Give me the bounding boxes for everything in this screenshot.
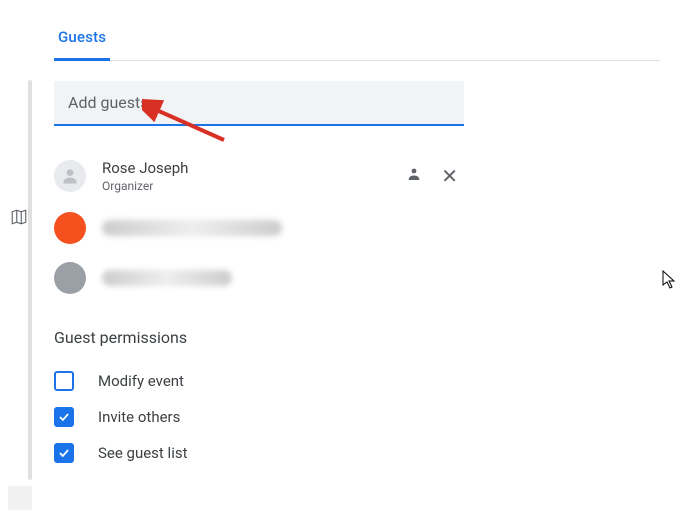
map-icon [10, 208, 28, 226]
guest-actions: ✕ [405, 165, 458, 187]
perm-modify-event: Modify event [54, 363, 660, 399]
person-icon[interactable] [405, 165, 423, 187]
remove-guest-icon[interactable]: ✕ [441, 166, 458, 186]
tab-row: Guests [54, 28, 660, 61]
perm-label: See guest list [98, 444, 188, 462]
guest-permissions: Guest permissions Modify event Invite ot… [54, 328, 660, 471]
perm-invite-others: Invite others [54, 399, 660, 435]
guest-role: Organizer [102, 178, 405, 194]
add-guests-wrap [54, 81, 464, 126]
avatar [54, 160, 86, 192]
guest-info: Rose Joseph Organizer [102, 158, 405, 194]
add-guests-input[interactable] [54, 81, 464, 126]
perm-label: Modify event [98, 372, 184, 390]
guest-row-redacted [54, 206, 464, 250]
perm-label: Invite others [98, 408, 180, 426]
guests-panel: Guests Rose Joseph Organizer ✕ [54, 28, 660, 471]
checkbox-invite-others[interactable] [54, 407, 74, 427]
guest-row-redacted [54, 256, 464, 300]
avatar [54, 262, 86, 294]
cursor-icon [662, 270, 678, 290]
rail-bottom-block [8, 486, 32, 510]
redacted-text [102, 220, 282, 236]
guest-list: Rose Joseph Organizer ✕ [54, 154, 464, 300]
left-rail [28, 80, 32, 480]
tab-guests[interactable]: Guests [54, 28, 110, 61]
guest-name: Rose Joseph [102, 158, 405, 178]
permissions-title: Guest permissions [54, 328, 660, 347]
perm-see-guest-list: See guest list [54, 435, 660, 471]
avatar [54, 212, 86, 244]
redacted-text [102, 270, 232, 286]
organizer-row: Rose Joseph Organizer ✕ [54, 154, 464, 198]
checkbox-modify-event[interactable] [54, 371, 74, 391]
checkbox-see-guest-list[interactable] [54, 443, 74, 463]
